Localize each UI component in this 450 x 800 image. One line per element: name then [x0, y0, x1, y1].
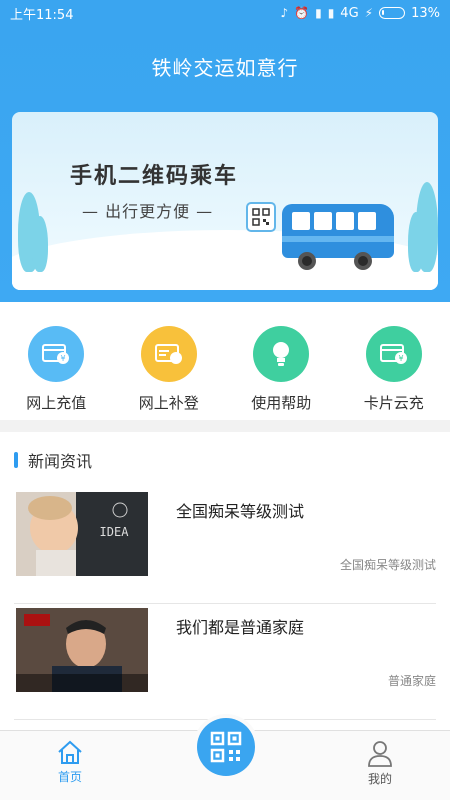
bus-wheel	[298, 252, 316, 270]
func-online-recharge[interactable]: ¥ 网上充值	[0, 302, 113, 420]
func-card-cloud-recharge[interactable]: ¥ 卡片云充	[338, 302, 450, 420]
news-title: 我们都是普通家庭	[176, 618, 305, 637]
qr-scan-button[interactable]	[197, 718, 255, 776]
tree-illustration	[408, 212, 424, 272]
qr-scan-icon	[210, 731, 242, 763]
section-title: 新闻资讯	[28, 452, 93, 471]
func-label: 卡片云充	[363, 394, 424, 412]
status-time: 上午11:54	[10, 7, 74, 23]
battery-icon	[379, 7, 406, 19]
battery-percent: 13%	[411, 5, 440, 21]
svg-text:¥: ¥	[398, 354, 403, 363]
news-thumbnail	[16, 608, 148, 692]
alarm-icon: ⏰	[294, 6, 310, 20]
news-item[interactable]: IDEA 全国痴呆等级测试 全国痴呆等级测试	[14, 488, 436, 604]
svg-text:¥: ¥	[61, 354, 66, 363]
app-title: 铁岭交运如意行	[151, 56, 299, 80]
nav-mine[interactable]: 我的	[330, 731, 430, 800]
banner[interactable]: 手机二维码乘车 — 出行更方便 —	[12, 112, 438, 290]
news-section: 新闻资讯 IDEA 全国痴呆等级测试 全国痴呆等级测试 我们都是普通家庭 普通家…	[0, 432, 450, 730]
card-recharge-icon: ¥	[28, 326, 85, 382]
section-marker	[14, 452, 18, 468]
news-thumbnail: IDEA	[16, 492, 148, 576]
lightbulb-icon	[253, 326, 310, 382]
signal-icon-2: ▮	[327, 6, 335, 20]
qr-code-icon	[246, 202, 276, 232]
nav-mine-label: 我的	[367, 772, 392, 786]
user-icon	[368, 741, 392, 767]
card-supplement-icon	[140, 326, 197, 382]
home-icon	[58, 740, 82, 764]
news-item[interactable]: 我们都是普通家庭 普通家庭	[14, 604, 436, 720]
func-label: 网上补登	[138, 394, 199, 412]
func-label: 网上充值	[26, 394, 87, 412]
status-icons: ♪ ⏰ ▮ ▮ 4G ⚡ 13%	[280, 6, 440, 21]
banner-subtitle: — 出行更方便 —	[82, 202, 214, 221]
banner-title: 手机二维码乘车	[70, 163, 239, 188]
bus-illustration	[282, 204, 394, 258]
svg-text:IDEA: IDEA	[100, 525, 130, 539]
news-title: 全国痴呆等级测试	[176, 502, 305, 521]
network-type: 4G	[340, 5, 359, 21]
news-header: 新闻资讯	[0, 432, 450, 488]
card-cloud-icon: ¥	[365, 326, 422, 382]
func-help[interactable]: 使用帮助	[225, 302, 338, 420]
signal-icon: ▮	[315, 6, 322, 20]
function-grid: ¥ 网上充值 网上补登 使用帮助 ¥ 卡片云充	[0, 302, 450, 420]
func-online-supplement[interactable]: 网上补登	[113, 302, 226, 420]
mute-icon: ♪	[280, 6, 289, 20]
charging-icon: ⚡	[364, 6, 374, 20]
status-bar: 上午11:54 ♪ ⏰ ▮ ▮ 4G ⚡ 13%	[0, 0, 450, 26]
header: 铁岭交运如意行 手机二维码乘车 — 出行更方便 —	[0, 26, 450, 302]
nav-home[interactable]: 首页	[20, 731, 120, 800]
bus-wheel	[354, 252, 372, 270]
func-label: 使用帮助	[251, 394, 312, 412]
tree-illustration	[32, 216, 48, 272]
nav-home-label: 首页	[57, 770, 82, 784]
news-subtitle: 普通家庭	[387, 674, 436, 688]
news-subtitle: 全国痴呆等级测试	[339, 558, 436, 572]
